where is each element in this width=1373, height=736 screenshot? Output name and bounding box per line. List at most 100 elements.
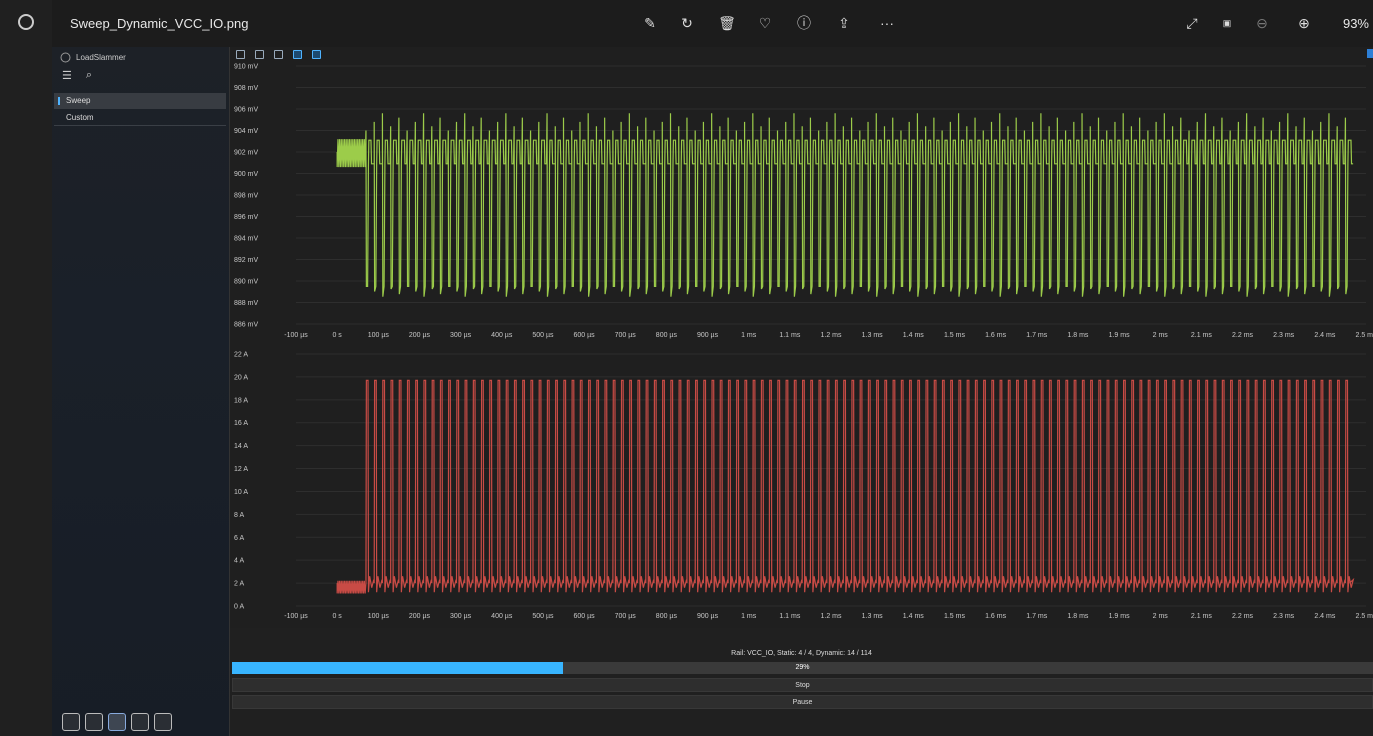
photos-app-icon[interactable]	[18, 14, 34, 30]
monitor-icon[interactable]	[62, 713, 80, 731]
stop-button[interactable]: Stop	[232, 678, 1373, 692]
nav-item-sweep[interactable]: Sweep	[54, 93, 226, 109]
x-tick-label: 500 µs	[532, 332, 554, 339]
x-tick-label: 500 µs	[532, 613, 554, 620]
loadslammer-app: LoadSlammer ☰ ⌕ Sweep Custom 910 mV 908 …	[52, 47, 1373, 736]
export-icon[interactable]	[312, 49, 321, 59]
y-tick-label: 904 mV	[234, 128, 258, 135]
x-tick-label: 900 µs	[697, 332, 719, 339]
edit-image-icon[interactable]: ✎	[640, 13, 660, 33]
x-tick-label: 400 µs	[491, 332, 513, 339]
app-logo-icon	[60, 52, 71, 62]
app-sidebar: LoadSlammer ☰ ⌕ Sweep Custom	[52, 47, 230, 736]
x-tick-label: 300 µs	[450, 332, 472, 339]
photo-viewer-window: Sweep_Dynamic_VCC_IO.png ✎ ↻ 🗑 ♡ ⓘ ⇪ ···…	[0, 0, 1373, 736]
y-tick-label: 22 A	[234, 352, 248, 359]
y-tick-label: 886 mV	[234, 322, 258, 329]
y-tick-label: 900 mV	[234, 171, 258, 178]
expand-icon[interactable]: ⤢	[1182, 13, 1202, 33]
actual-size-icon[interactable]: ▣	[1217, 13, 1237, 33]
x-tick-label: 0 s	[332, 332, 342, 339]
search-icon[interactable]: ⌕	[86, 69, 92, 82]
delete-icon[interactable]: 🗑	[717, 13, 737, 33]
x-tick-label: 1.7 ms	[1026, 613, 1048, 620]
info-icon[interactable]: ⓘ	[794, 13, 814, 33]
chart-icon[interactable]	[108, 713, 126, 731]
status-panel: Rail: VCC_IO, Static: 4 / 4, Dynamic: 14…	[230, 628, 1373, 736]
x-tick-label: 1.4 ms	[903, 332, 925, 339]
x-tick-label: 1 ms	[741, 332, 757, 339]
x-tick-label: 1.2 ms	[820, 613, 842, 620]
x-tick-label: 600 µs	[573, 613, 595, 620]
x-tick-label: 100 µs	[368, 613, 390, 620]
x-tick-label: 700 µs	[615, 613, 637, 620]
x-tick-label: 2.1 ms	[1191, 332, 1213, 339]
x-tick-label: 1 ms	[741, 613, 757, 620]
x-tick-label: 700 µs	[615, 332, 637, 339]
y-tick-label: 20 A	[234, 374, 248, 381]
x-tick-label: 100 µs	[368, 332, 390, 339]
report-icon[interactable]	[131, 713, 149, 731]
x-tick-label: -100 µs	[284, 332, 308, 339]
x-tick-label: 1.8 ms	[1067, 332, 1089, 339]
copy-icon[interactable]	[255, 49, 264, 59]
app-name: LoadSlammer	[76, 52, 126, 62]
favorite-heart-icon[interactable]: ♡	[755, 13, 775, 33]
file-name: Sweep_Dynamic_VCC_IO.png	[70, 16, 249, 31]
y-tick-label: 906 mV	[234, 107, 258, 114]
x-tick-label: 2.2 ms	[1232, 332, 1254, 339]
y-tick-label: 894 mV	[234, 236, 258, 243]
x-tick-label: 1.9 ms	[1109, 332, 1131, 339]
y-tick-label: 892 mV	[234, 257, 258, 264]
bike-icon[interactable]	[85, 713, 103, 731]
y-tick-label: 6 A	[234, 535, 244, 542]
rail-status-text: Rail: VCC_IO, Static: 4 / 4, Dynamic: 14…	[731, 650, 872, 657]
app-title: LoadSlammer	[60, 50, 126, 64]
y-tick-label: 8 A	[234, 512, 244, 519]
main-content: 910 mV 908 mV 906 mV 904 mV 902 mV 900 mV 898 …	[230, 47, 1373, 736]
more-icon[interactable]: ···	[872, 13, 902, 33]
y-tick-label: 888 mV	[234, 300, 258, 307]
y-tick-label: 910 mV	[234, 64, 258, 71]
y-tick-label: 4 A	[234, 558, 244, 565]
viewer-left-rail	[0, 0, 52, 736]
zoom-in-icon[interactable]: ⊕	[1294, 13, 1314, 33]
y-tick-label: 908 mV	[234, 85, 258, 92]
corner-badge	[1367, 49, 1373, 58]
rotate-icon[interactable]: ↻	[677, 13, 697, 33]
x-tick-label: 2.5 ms	[1355, 613, 1373, 620]
x-tick-label: 1.7 ms	[1026, 332, 1048, 339]
x-tick-label: 200 µs	[409, 613, 431, 620]
window-icon[interactable]	[236, 49, 245, 59]
current-series-line	[336, 379, 1355, 594]
x-tick-label: 1.1 ms	[779, 332, 801, 339]
x-tick-label: -100 µs	[284, 613, 308, 620]
x-tick-label: 200 µs	[409, 332, 431, 339]
hamburger-menu-icon[interactable]: ☰	[62, 69, 72, 82]
y-tick-label: 10 A	[234, 489, 248, 496]
pause-button[interactable]: Pause	[232, 695, 1373, 709]
y-tick-label: 898 mV	[234, 193, 258, 200]
save-icon[interactable]	[293, 49, 302, 59]
x-tick-label: 1.5 ms	[944, 332, 966, 339]
y-tick-label: 2 A	[234, 581, 244, 588]
share-icon[interactable]: ⇪	[834, 13, 854, 33]
charts-svg: 910 mV 908 mV 906 mV 904 mV 902 mV 900 mV 898 …	[234, 64, 1373, 621]
x-tick-label: 2.2 ms	[1232, 613, 1254, 620]
content-toolbar	[230, 47, 1373, 61]
x-tick-label: 2 ms	[1153, 332, 1169, 339]
x-tick-label: 2.4 ms	[1314, 332, 1336, 339]
zoom-out-icon[interactable]: ⊖	[1252, 13, 1272, 33]
zoom-level: 93%	[1342, 16, 1369, 31]
x-tick-label: 800 µs	[656, 332, 678, 339]
x-tick-label: 2.3 ms	[1273, 613, 1295, 620]
x-tick-label: 1.5 ms	[944, 613, 966, 620]
x-tick-label: 2.1 ms	[1191, 613, 1213, 620]
nav-item-custom[interactable]: Custom	[54, 110, 226, 126]
paste-icon[interactable]	[274, 49, 283, 59]
y-tick-label: 18 A	[234, 397, 248, 404]
y-tick-label: 14 A	[234, 443, 248, 450]
settings-gear-icon[interactable]	[154, 713, 172, 731]
x-tick-label: 1.6 ms	[985, 332, 1007, 339]
x-tick-label: 2 ms	[1153, 613, 1169, 620]
